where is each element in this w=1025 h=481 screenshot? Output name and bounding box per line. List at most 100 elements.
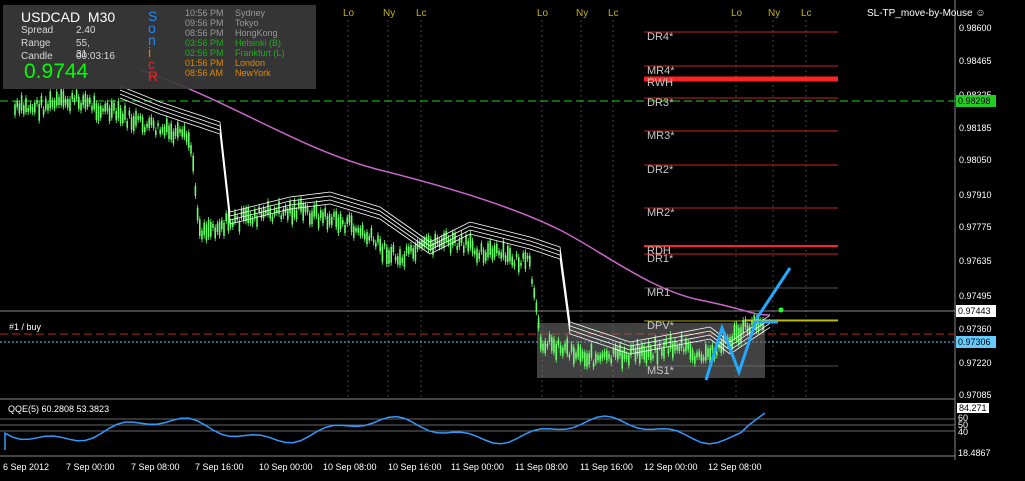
candle-body [397, 256, 399, 265]
session-time: 10:56 PM [185, 8, 224, 18]
candle-body [18, 103, 21, 114]
candle-body [139, 115, 142, 120]
candle-body [71, 93, 73, 100]
candle-body [348, 214, 351, 223]
candle-body [60, 88, 62, 105]
candle-body [478, 252, 480, 259]
candle-body [155, 130, 157, 136]
price-highlight-label: 0.98298 [956, 95, 996, 107]
candle-body [621, 352, 623, 369]
candle-body [586, 353, 588, 368]
spread-value: 2.40 [76, 25, 96, 36]
candle-body [544, 340, 546, 354]
candle-body [487, 243, 489, 258]
session-marker: Lc [416, 8, 427, 19]
candle-body [75, 89, 78, 99]
candle-body [328, 214, 331, 225]
candle-body [31, 106, 34, 113]
candle-body [190, 144, 192, 154]
candle-body [612, 348, 615, 355]
candle-body [555, 344, 557, 360]
candle-body [157, 123, 159, 127]
signal-dot [778, 307, 784, 313]
candle-body [592, 362, 595, 368]
price-axis-label: 0.97220 [959, 358, 992, 368]
candle-body [185, 133, 188, 143]
time-axis-label: 6 Sep 2012 [3, 462, 50, 472]
candle-body [608, 353, 610, 359]
candle-body [304, 204, 307, 213]
candle-body [509, 248, 511, 262]
pivot-label: MS1* [647, 365, 674, 377]
candle-body [676, 345, 678, 351]
candle-body [480, 243, 483, 252]
candle-body [69, 99, 71, 112]
candle-body [309, 212, 311, 225]
candle-body [388, 250, 390, 264]
candle-body [23, 105, 25, 115]
candle-body [113, 102, 115, 111]
candle-body [606, 350, 608, 361]
pivot-label: DR3* [647, 97, 674, 109]
pivot-label: MR1 [647, 287, 671, 299]
candle-body [456, 245, 458, 250]
session-city: Tokyo [235, 18, 259, 28]
qqe-axis-label: 18.4867 [958, 448, 991, 458]
session-time: 03:56 PM [185, 38, 224, 48]
candle-body [401, 257, 403, 263]
time-axis-label: 11 Sep 16:00 [580, 462, 633, 472]
candle-body [711, 345, 714, 351]
candle-body [702, 357, 705, 361]
candle-body [531, 279, 533, 284]
candle-body [62, 91, 65, 107]
candle-body [623, 349, 626, 360]
pivot-label: MR4* [647, 65, 675, 77]
candle-body [56, 91, 58, 106]
candle-body [610, 357, 612, 364]
candle-body [84, 93, 87, 109]
spread-row: Spread 2.40 [21, 25, 95, 36]
candle-body [394, 256, 397, 261]
candle-body [300, 198, 302, 212]
candle-body [273, 208, 276, 215]
candle-body [342, 219, 344, 225]
candle-body [698, 351, 700, 357]
candle-body [368, 236, 370, 241]
candle-body [159, 129, 161, 134]
candle-body [73, 98, 76, 103]
candle-body [502, 240, 505, 258]
range-label: Range [21, 38, 51, 49]
candle-body [500, 252, 502, 259]
candle-body [498, 250, 500, 256]
candle-body [166, 118, 168, 133]
candle-body [381, 246, 384, 262]
candle-body [386, 247, 388, 265]
candle-body [372, 239, 375, 243]
pivot-label: MR2* [647, 207, 675, 219]
chart-window[interactable]: USDCAD M30 Spread 2.40 Range 55, 31 Candle… [0, 0, 1025, 481]
symbol-label: USDCAD [21, 9, 81, 25]
candle-body [353, 226, 355, 238]
candle-body [225, 213, 227, 222]
candle-body [641, 343, 643, 357]
candle-body [553, 338, 555, 353]
candle-body [383, 243, 386, 247]
candle-body [469, 233, 472, 248]
price-axis-label: 0.97635 [959, 256, 992, 266]
candle-body [375, 242, 377, 247]
order-label: #1 / buy [9, 322, 42, 332]
candle-body [746, 325, 749, 334]
price-axis-label: 0.98185 [959, 123, 992, 133]
session-row: 01:56 PM London [185, 58, 265, 68]
session-marker: Ny [576, 8, 589, 19]
candle-body [645, 350, 648, 364]
candle-body [689, 344, 692, 360]
session-city: HongKong [235, 28, 278, 38]
candle-body [471, 240, 474, 254]
candle-body [102, 108, 104, 112]
candle-body [223, 222, 225, 236]
session-row: 10:56 PM Sydney [185, 8, 265, 18]
candle-body [579, 347, 582, 362]
candle-body [625, 354, 628, 360]
candle-body [575, 352, 577, 359]
